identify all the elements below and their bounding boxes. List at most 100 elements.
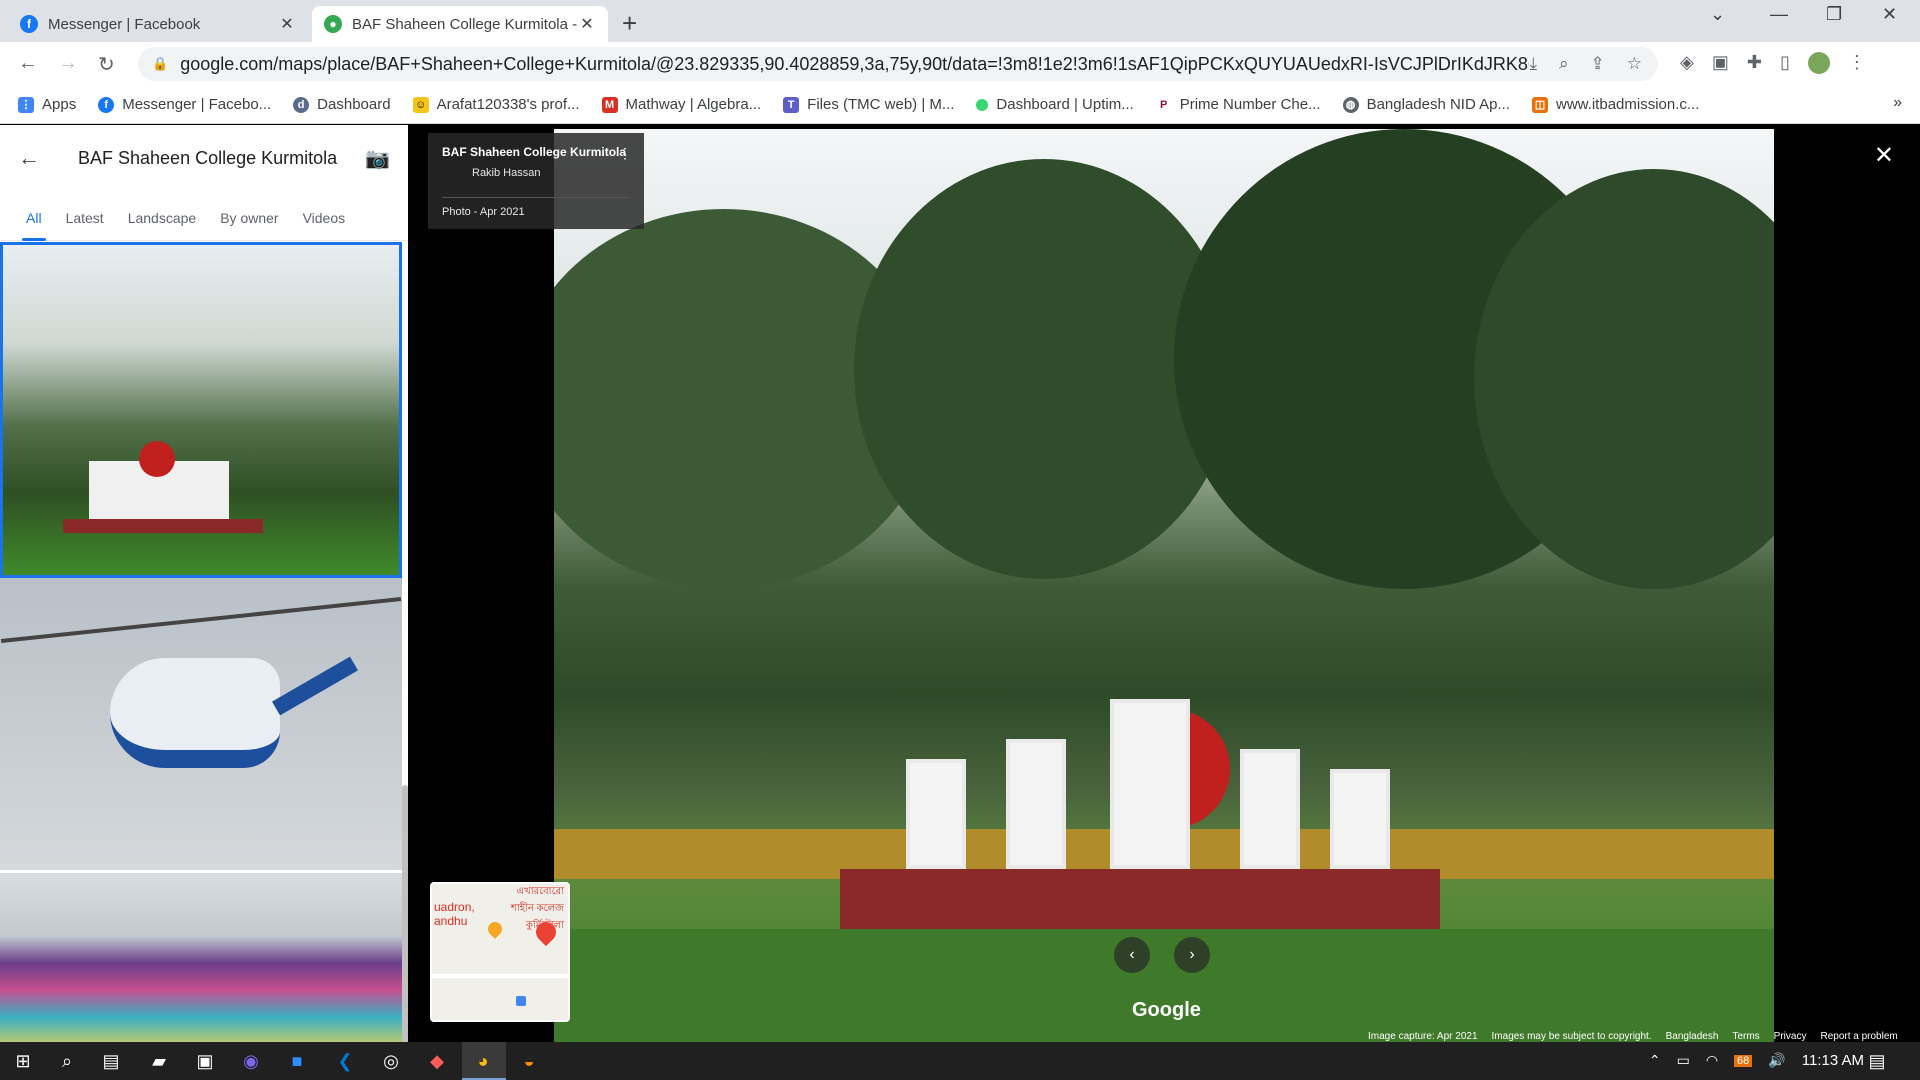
side-panel-icon[interactable]: ▯ <box>1780 52 1790 74</box>
tab-title: Messenger | Facebook <box>48 15 201 33</box>
app-icon[interactable]: ◎ <box>380 1050 402 1072</box>
place-title[interactable]: BAF Shaheen College Kurmitola <box>442 145 630 159</box>
google-logo: Google <box>1132 999 1201 1021</box>
extension-icon[interactable]: ◈ <box>1680 52 1694 74</box>
rotor-shape <box>0 597 402 643</box>
viber-icon[interactable]: ◉ <box>240 1050 262 1072</box>
pillar-shape <box>1240 749 1300 869</box>
bookmark-prime[interactable]: P Prime Number Che... <box>1155 96 1321 113</box>
tab-landscape[interactable]: Landscape <box>116 210 209 240</box>
lock-icon[interactable]: 🔒 <box>152 56 168 72</box>
reload-icon[interactable]: ↻ <box>98 52 115 77</box>
minimize-button[interactable]: — <box>1770 4 1788 25</box>
url-text[interactable]: google.com/maps/place/BAF+Shaheen+Colleg… <box>180 54 1529 75</box>
pillar-shape <box>1330 769 1390 869</box>
tab-by-owner[interactable]: By owner <box>208 210 290 240</box>
bookmark-apps[interactable]: ⋮ Apps <box>18 96 76 113</box>
report-problem-link[interactable]: Report a problem <box>1820 1031 1897 1042</box>
install-icon[interactable]: ⤓ <box>1529 54 1537 74</box>
app-icon[interactable]: ▰ <box>148 1050 170 1072</box>
photo-thumbnail-helicopter[interactable] <box>0 578 402 870</box>
main-photo[interactable] <box>554 129 1774 1042</box>
windows-taskbar: ⊞ ⌕ ▤ ▰ ▣ ◉ ■ ❮ ◎ ◆ ◕ ◒ ⌃ ▭ ◠ 68 🔊 11:13… <box>0 1042 1920 1080</box>
bookmark-files[interactable]: T Files (TMC web) | M... <box>783 96 954 113</box>
blender-icon[interactable]: ◒ <box>518 1050 540 1072</box>
battery-icon[interactable]: ▭ <box>1677 1052 1690 1069</box>
chevron-up-icon[interactable]: ⌃ <box>1649 1052 1661 1069</box>
tab-all[interactable]: All <box>14 210 54 241</box>
app-icon[interactable]: ◆ <box>426 1050 448 1072</box>
pillar-shape <box>1110 699 1190 869</box>
address-bar[interactable]: 🔒 google.com/maps/place/BAF+Shaheen+Coll… <box>138 47 1658 81</box>
badge-icon[interactable]: 68 <box>1734 1054 1753 1067</box>
bookmark-messenger[interactable]: f Messenger | Facebo... <box>98 96 271 113</box>
facebook-icon: f <box>98 96 115 113</box>
tab-latest[interactable]: Latest <box>54 210 116 240</box>
photo-thumbnail-monument[interactable] <box>0 242 402 578</box>
bookmark-itbadmission[interactable]: ◫ www.itbadmission.c... <box>1532 96 1699 113</box>
bookmarks-overflow-icon[interactable]: » <box>1893 94 1902 112</box>
extension-icon[interactable]: ▣ <box>1712 52 1729 74</box>
extensions-puzzle-icon[interactable]: ✚ <box>1747 52 1762 74</box>
photo-thumbnail-building[interactable] <box>0 873 402 1053</box>
map-road <box>432 974 568 978</box>
terms-link[interactable]: Terms <box>1732 1031 1759 1042</box>
wifi-icon[interactable]: ◠ <box>1706 1052 1718 1069</box>
add-photo-icon[interactable]: 📷 <box>365 146 390 171</box>
share-icon[interactable]: ⇪ <box>1591 54 1605 74</box>
minimap-label: andhu <box>434 914 468 928</box>
avatar[interactable] <box>1807 52 1830 74</box>
photo-thumbnails <box>0 242 402 1053</box>
tab-messenger[interactable]: f Messenger | Facebook ✕ <box>8 6 308 42</box>
bookmark-uptime[interactable]: Dashboard | Uptim... <box>976 96 1134 113</box>
bookmark-mathway[interactable]: M Mathway | Algebra... <box>601 96 761 113</box>
minimap[interactable]: এখারবোরো শাহীন কলেজ কুর্মিটোলা uadron, a… <box>430 882 570 1022</box>
previous-photo-button[interactable]: ‹ <box>1114 937 1150 973</box>
back-arrow-icon[interactable]: ← <box>18 145 40 171</box>
tab-google-maps[interactable]: ● BAF Shaheen College Kurmitola - ✕ <box>312 6 608 42</box>
restore-button[interactable]: ❐ <box>1826 4 1842 25</box>
windows-start-icon[interactable]: ⊞ <box>12 1050 34 1072</box>
zoom-icon[interactable]: ⌕ <box>1559 54 1569 74</box>
minimap-label: uadron, <box>434 900 475 914</box>
close-viewer-icon[interactable]: ✕ <box>1874 141 1894 170</box>
more-options-icon[interactable]: ⋮ <box>618 145 632 162</box>
close-window-button[interactable]: ✕ <box>1882 4 1897 25</box>
tab-strip: f Messenger | Facebook ✕ ● BAF Shaheen C… <box>0 0 1920 42</box>
close-tab-icon[interactable]: ✕ <box>578 14 596 34</box>
bookmark-arafat[interactable]: ☺ Arafat120338's prof... <box>412 96 580 113</box>
itb-icon: ◫ <box>1532 96 1549 113</box>
privacy-link[interactable]: Privacy <box>1774 1031 1807 1042</box>
tab-videos[interactable]: Videos <box>291 210 358 240</box>
close-tab-icon[interactable]: ✕ <box>278 14 296 34</box>
bookmark-star-icon[interactable]: ☆ <box>1627 54 1642 74</box>
new-tab-button[interactable]: + <box>622 8 637 39</box>
task-view-icon[interactable]: ▤ <box>100 1050 122 1072</box>
region-link[interactable]: Bangladesh <box>1666 1031 1719 1042</box>
bookmark-dashboard[interactable]: d Dashboard <box>293 96 391 113</box>
zoom-app-icon[interactable]: ■ <box>286 1050 308 1072</box>
volume-icon[interactable]: 🔊 <box>1768 1052 1785 1069</box>
photos-panel: ← BAF Shaheen College Kurmitola 📷 All La… <box>0 125 408 1075</box>
copyright-text: Images may be subject to copyright. <box>1491 1031 1652 1042</box>
next-photo-button[interactable]: › <box>1174 937 1210 973</box>
back-icon[interactable]: ← <box>18 52 38 75</box>
photo-author[interactable]: Rakib Hassan <box>472 167 630 179</box>
chrome-icon[interactable]: ◕ <box>472 1050 494 1072</box>
app-icon[interactable]: ▣ <box>194 1050 216 1072</box>
clock[interactable]: 11:13 AM <box>1802 1052 1864 1069</box>
uptime-icon <box>976 98 989 111</box>
tab-search-icon[interactable]: ⌄ <box>1710 4 1725 25</box>
monument-base-shape <box>63 519 263 533</box>
bookmark-nid[interactable]: ◍ Bangladesh NID Ap... <box>1342 96 1510 113</box>
vscode-icon[interactable]: ❮ <box>334 1050 356 1072</box>
browser-toolbar: ← → ↻ 🔒 google.com/maps/place/BAF+Shahee… <box>0 42 1920 86</box>
tab-title: BAF Shaheen College Kurmitola - <box>352 15 578 33</box>
search-icon[interactable]: ⌕ <box>56 1050 78 1072</box>
restaurant-pin-icon <box>485 919 505 939</box>
forward-icon[interactable]: → <box>58 52 78 75</box>
menu-icon[interactable]: ⋮ <box>1848 52 1866 74</box>
lawn-shape <box>554 929 1774 1042</box>
notifications-icon[interactable]: ▤ <box>1866 1050 1888 1072</box>
facebook-icon: f <box>20 15 38 33</box>
